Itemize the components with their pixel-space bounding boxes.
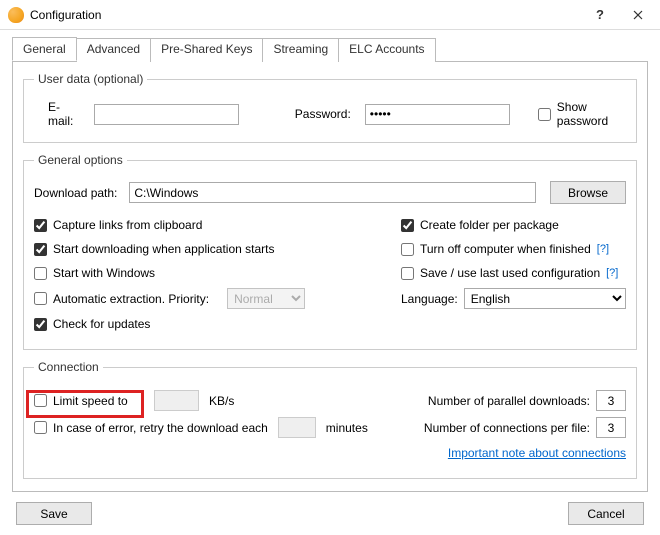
options-right-col: Create folder per package Turn off compu… [401,210,626,339]
create-folder-checkbox[interactable]: Create folder per package [401,218,559,232]
priority-select[interactable]: Normal [227,288,305,309]
limit-speed-check[interactable] [34,394,47,407]
group-general-options: General options Download path: Browse Ca… [23,153,637,350]
retry-check[interactable] [34,421,47,434]
tab-elc-accounts[interactable]: ELC Accounts [338,38,435,62]
limit-speed-label: Limit speed to [53,394,128,408]
turn-off-label: Turn off computer when finished [420,242,591,256]
close-button[interactable] [615,0,660,30]
save-last-config-check[interactable] [401,267,414,280]
retry-checkbox[interactable]: In case of error, retry the download eac… [34,421,268,435]
start-with-windows-checkbox[interactable]: Start with Windows [34,266,155,280]
capture-links-checkbox[interactable]: Capture links from clipboard [34,218,202,232]
tab-streaming[interactable]: Streaming [262,38,339,62]
retry-minutes-input[interactable] [278,417,316,438]
titlebar: Configuration ? [0,0,660,30]
start-downloading-label: Start downloading when application start… [53,242,274,256]
auto-extraction-label: Automatic extraction. Priority: [53,292,209,306]
create-folder-label: Create folder per package [420,218,559,232]
limit-speed-input[interactable] [154,390,199,411]
group-connection-legend: Connection [34,360,103,374]
language-select[interactable]: English [464,288,626,309]
tab-panel-general: User data (optional) E-mail: Password: S… [12,61,648,492]
limit-speed-checkbox[interactable]: Limit speed to [34,394,144,408]
email-label: E-mail: [48,100,80,128]
parallel-downloads-input[interactable] [596,390,626,411]
turn-off-check[interactable] [401,243,414,256]
start-downloading-checkbox[interactable]: Start downloading when application start… [34,242,274,256]
auto-extraction-check[interactable] [34,292,47,305]
check-updates-checkbox[interactable]: Check for updates [34,317,150,331]
options-left-col: Capture links from clipboard Start downl… [34,210,381,339]
connections-per-file-label: Number of connections per file: [424,421,590,435]
retry-units: minutes [326,421,368,435]
window-title: Configuration [30,8,101,22]
email-input[interactable] [94,104,239,125]
password-input[interactable] [365,104,510,125]
download-path-input[interactable] [129,182,536,203]
tab-general[interactable]: General [12,37,77,61]
help-button[interactable]: ? [585,0,615,30]
language-label: Language: [401,292,458,306]
save-button[interactable]: Save [16,502,92,525]
capture-links-check[interactable] [34,219,47,232]
capture-links-label: Capture links from clipboard [53,218,202,232]
browse-button[interactable]: Browse [550,181,626,204]
download-path-label: Download path: [34,186,117,200]
group-connection: Connection Limit speed to KB/s [23,360,637,479]
save-last-config-label: Save / use last used configuration [420,266,600,280]
tab-preshared-keys[interactable]: Pre-Shared Keys [150,38,263,62]
save-last-help-link[interactable]: [?] [606,267,618,279]
start-downloading-check[interactable] [34,243,47,256]
check-updates-label: Check for updates [53,317,150,331]
retry-label: In case of error, retry the download eac… [53,421,268,435]
group-general-options-legend: General options [34,153,127,167]
group-user-data: User data (optional) E-mail: Password: S… [23,72,637,143]
create-folder-check[interactable] [401,219,414,232]
parallel-downloads-label: Number of parallel downloads: [428,394,590,408]
turn-off-checkbox[interactable]: Turn off computer when finished [401,242,591,256]
show-password-checkbox[interactable]: Show password [538,100,626,128]
password-label: Password: [295,107,351,121]
save-last-config-checkbox[interactable]: Save / use last used configuration [401,266,600,280]
group-user-data-legend: User data (optional) [34,72,147,86]
tab-list: General Advanced Pre-Shared Keys Streami… [12,37,648,62]
connections-per-file-input[interactable] [596,417,626,438]
start-with-windows-check[interactable] [34,267,47,280]
limit-speed-units: KB/s [209,394,234,408]
tab-advanced[interactable]: Advanced [76,38,151,62]
start-with-windows-label: Start with Windows [53,266,155,280]
auto-extraction-checkbox[interactable]: Automatic extraction. Priority: [34,292,209,306]
turn-off-help-link[interactable]: [?] [597,243,609,255]
show-password-check[interactable] [538,108,551,121]
close-icon [633,10,643,20]
check-updates-check[interactable] [34,318,47,331]
connections-note-link[interactable]: Important note about connections [448,446,626,460]
app-icon [8,7,24,23]
show-password-label: Show password [557,100,626,128]
cancel-button[interactable]: Cancel [568,502,644,525]
